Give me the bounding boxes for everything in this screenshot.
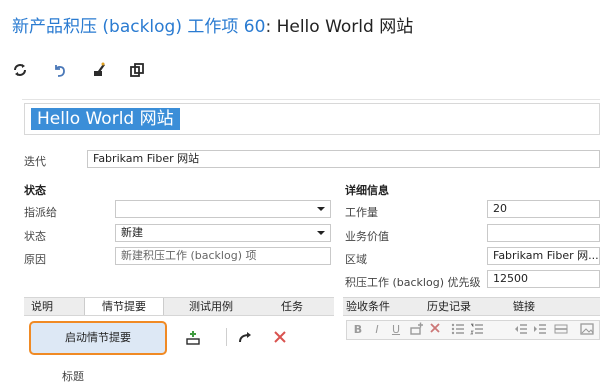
effort-label: 工作量 bbox=[345, 206, 378, 219]
effort-field[interactable]: 20 bbox=[487, 200, 600, 218]
divider bbox=[22, 99, 600, 100]
tab-description[interactable]: 说明 bbox=[24, 298, 60, 315]
priority-label: 积压工作 (backlog) 优先级 bbox=[345, 276, 481, 289]
business-value-field[interactable] bbox=[487, 224, 600, 242]
link-icon[interactable] bbox=[553, 322, 569, 338]
tab-links[interactable]: 链接 bbox=[503, 298, 545, 315]
title-separator: : bbox=[265, 17, 272, 37]
open-link-icon[interactable] bbox=[236, 330, 254, 346]
area-label: 区域 bbox=[345, 253, 367, 266]
state-dropdown[interactable]: 新建 bbox=[115, 224, 331, 242]
add-link-icon[interactable] bbox=[185, 330, 203, 346]
status-heading: 状态 bbox=[24, 184, 46, 197]
undo-icon[interactable] bbox=[51, 62, 67, 78]
assigned-to-label: 指派给 bbox=[24, 206, 57, 219]
refresh-icon[interactable] bbox=[12, 62, 28, 78]
delete-link-icon[interactable] bbox=[271, 330, 289, 346]
bullet-list-icon[interactable] bbox=[450, 322, 466, 338]
work-item-type-link[interactable]: 新产品积压 (backlog) 工作项 60 bbox=[12, 17, 265, 37]
title-field-value: Hello World 网站 bbox=[31, 108, 180, 130]
italic-button[interactable]: I bbox=[369, 322, 385, 338]
tab-storyboard[interactable]: 情节提要 bbox=[84, 298, 164, 315]
tab-test-cases[interactable]: 测试用例 bbox=[177, 298, 245, 315]
left-tab-bar: 说明 情节提要 测试用例 任务 bbox=[24, 297, 334, 316]
tab-tasks[interactable]: 任务 bbox=[272, 298, 312, 315]
reason-field[interactable]: 新建积压工作 (backlog) 项 bbox=[115, 247, 331, 265]
tab-history[interactable]: 历史记录 bbox=[421, 298, 477, 315]
business-value-label: 业务价值 bbox=[345, 230, 389, 243]
highlight-icon[interactable] bbox=[409, 322, 425, 338]
toolbar-separator bbox=[226, 328, 227, 346]
clear-format-icon[interactable] bbox=[427, 322, 443, 338]
indent-icon[interactable] bbox=[532, 322, 548, 338]
underline-button[interactable]: U bbox=[388, 322, 404, 338]
title-field[interactable]: Hello World 网站 bbox=[24, 103, 600, 135]
numbered-list-icon[interactable] bbox=[469, 322, 485, 338]
priority-field[interactable]: 12500 bbox=[487, 270, 600, 288]
reason-label: 原因 bbox=[24, 253, 46, 266]
outdent-icon[interactable] bbox=[513, 322, 529, 338]
edit-icon[interactable] bbox=[91, 62, 107, 78]
state-label: 状态 bbox=[24, 230, 46, 243]
area-field[interactable]: Fabrikam Fiber 网... bbox=[487, 247, 600, 265]
iteration-field[interactable]: Fabrikam Fiber 网站 bbox=[87, 150, 600, 168]
start-storyboarding-button[interactable]: 启动情节提要 bbox=[29, 321, 167, 355]
iteration-label: 迭代 bbox=[24, 155, 46, 168]
page-title: 新产品积压 (backlog) 工作项 60: Hello World 网站 bbox=[12, 12, 413, 37]
assigned-to-dropdown[interactable] bbox=[115, 200, 331, 218]
bold-button[interactable]: B bbox=[350, 322, 366, 338]
state-value: 新建 bbox=[121, 226, 143, 239]
formatting-toolbar: B I U bbox=[346, 320, 600, 340]
tab-acceptance-criteria[interactable]: 验收条件 bbox=[343, 298, 393, 315]
chevron-down-icon bbox=[317, 231, 325, 235]
image-icon[interactable] bbox=[579, 322, 595, 338]
right-tab-bar: 验收条件 历史记录 链接 bbox=[343, 297, 600, 316]
work-item-title-heading: Hello World 网站 bbox=[276, 17, 414, 37]
chevron-down-icon bbox=[317, 207, 325, 211]
details-heading: 详细信息 bbox=[345, 184, 389, 197]
copy-icon[interactable] bbox=[129, 62, 145, 78]
title-column-header: 标题 bbox=[62, 370, 84, 383]
